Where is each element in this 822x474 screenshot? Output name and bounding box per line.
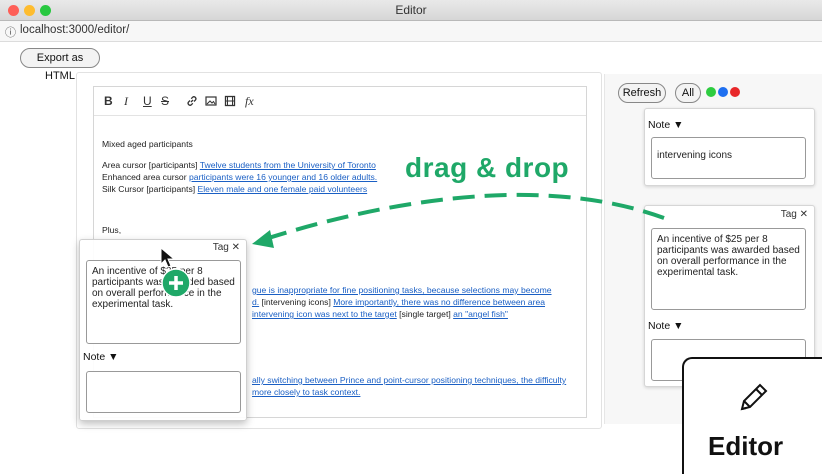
editor-badge: Editor [682, 357, 822, 474]
badge-label: Editor [708, 431, 784, 461]
tag-close-button[interactable]: Tag ✕ [213, 242, 240, 253]
note-field[interactable] [86, 371, 241, 413]
note-dropdown[interactable]: Note ▼ [83, 351, 119, 363]
pencil-icon [740, 383, 768, 411]
drag-drop-caption: drag & drop [405, 152, 570, 183]
mouse-cursor-icon [160, 247, 176, 268]
add-plus-icon [161, 268, 191, 298]
